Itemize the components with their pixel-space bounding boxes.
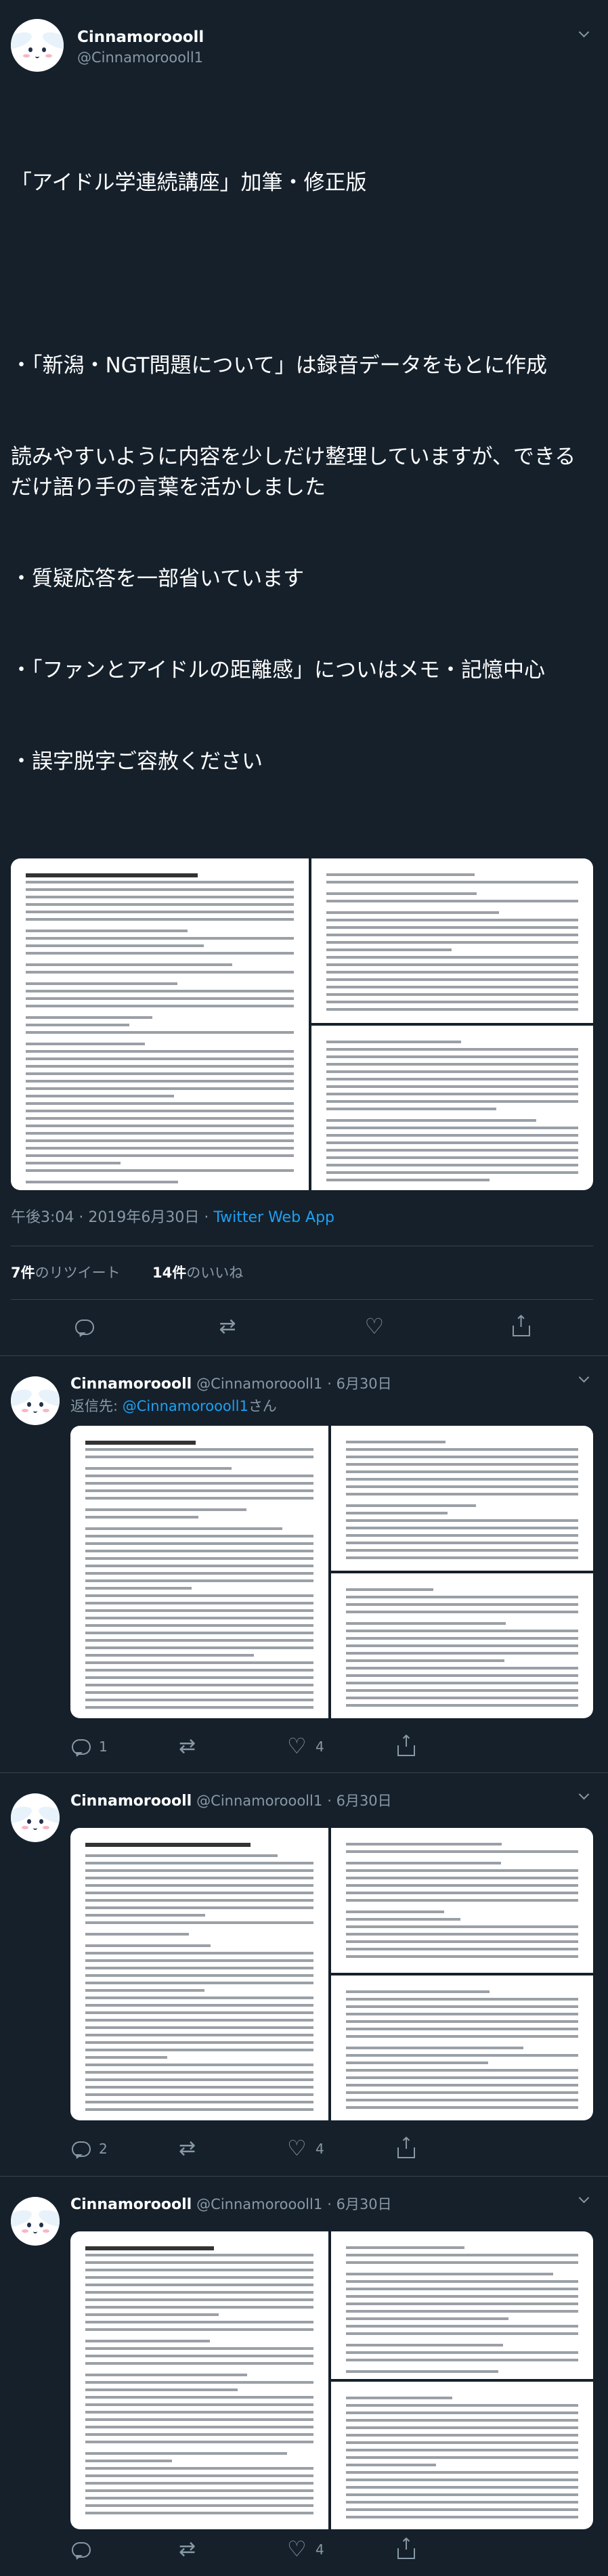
document-image[interactable] — [70, 2231, 328, 2529]
tweet-text: 「アイドル学連続講座」加筆・修正版 ・「新潟・NGT問題について」は録音データを… — [11, 107, 593, 838]
tweet-text-line: 「アイドル学連続講座」加筆・修正版 — [11, 171, 367, 195]
reply-icon[interactable] — [70, 2540, 91, 2559]
media-grid[interactable] — [11, 858, 593, 1190]
document-image[interactable] — [70, 1426, 328, 1718]
reply-icon[interactable] — [70, 2139, 91, 2158]
tweet-header: Cinnamoroooll @Cinnamoroooll1 · 6月30日 — [70, 1793, 392, 1810]
document-image[interactable] — [331, 2231, 593, 2379]
avatar[interactable] — [11, 19, 64, 72]
document-image[interactable] — [331, 2382, 593, 2529]
tweet-header: Cinnamoroooll @Cinnamoroooll1 · 6月30日 — [70, 1376, 392, 1393]
document-image[interactable] — [331, 1573, 593, 1718]
reply-to: 返信先: @Cinnamoroooll1さん — [70, 1396, 593, 1416]
tweet-text-line: 読みやすいように内容を少しだけ整理していますが、できるだけ語り手の言葉を活かしま… — [11, 445, 576, 500]
document-image[interactable] — [311, 1026, 593, 1190]
display-name[interactable]: Cinnamoroooll — [70, 1793, 192, 1810]
retweet-icon[interactable] — [179, 2537, 198, 2561]
username[interactable]: @Cinnamoroooll1 — [196, 1376, 322, 1392]
tweet-actions: 1 4 — [70, 1718, 593, 1775]
display-name[interactable]: Cinnamoroooll — [70, 1376, 192, 1393]
tweet-actions: 4 — [70, 2529, 593, 2570]
reply-tweet[interactable]: Cinnamoroooll @Cinnamoroooll1 · 6月30日 返信… — [0, 1356, 608, 1773]
tweet-date[interactable]: 6月30日 — [336, 1793, 392, 1809]
timeline: Cinnamoroooll @Cinnamoroooll1 「アイドル学連続講座… — [0, 0, 608, 2576]
like-count: 4 — [316, 1739, 324, 1755]
document-image[interactable] — [311, 858, 593, 1023]
document-image[interactable] — [331, 1828, 593, 1973]
tweet-text-line: ・「ファンとアイドルの距離感」についはメモ・記憶中心 — [11, 658, 545, 682]
share-icon[interactable] — [511, 1312, 531, 1338]
media-grid[interactable] — [70, 2231, 593, 2529]
like-icon[interactable] — [287, 1733, 307, 1759]
timestamp[interactable]: 午後3:04 · 2019年6月30日 · — [11, 1209, 213, 1226]
like-label[interactable]: のいいね — [186, 1265, 243, 1281]
reply-icon[interactable] — [70, 1737, 91, 1756]
username[interactable]: @Cinnamoroooll1 — [196, 1793, 322, 1809]
tweet-stats: 7件のリツイート 14件のいいね — [11, 1246, 593, 1299]
tweet-header: Cinnamoroooll @Cinnamoroooll1 — [11, 19, 593, 80]
retweet-icon[interactable] — [219, 1315, 240, 1338]
reply-to-suffix: さん — [248, 1398, 277, 1414]
reply-to-label: 返信先: — [70, 1398, 123, 1414]
tweet-actions: 2 4 — [70, 2120, 593, 2177]
chevron-down-icon[interactable] — [577, 2191, 593, 2208]
tweet-text-line — [11, 259, 593, 290]
reply-count: 1 — [99, 1739, 108, 1755]
avatar[interactable] — [11, 2197, 60, 2246]
reply-count: 2 — [99, 2141, 108, 2157]
like-count: 4 — [316, 2141, 324, 2157]
chevron-down-icon[interactable] — [577, 1788, 593, 1804]
chevron-down-icon[interactable] — [577, 26, 593, 42]
share-icon[interactable] — [395, 2535, 415, 2559]
display-name[interactable]: Cinnamoroooll — [77, 27, 204, 47]
reply-tweet[interactable]: Cinnamoroooll @Cinnamoroooll1 · 6月30日 4 — [0, 2177, 608, 2576]
tweet-text-line: ・「新潟・NGT問題について」は録音データをもとに作成 — [11, 353, 547, 378]
tweet-text-line: ・質疑応答を一部省いています — [11, 567, 305, 591]
author-names[interactable]: Cinnamoroooll @Cinnamoroooll1 — [77, 27, 204, 68]
document-image[interactable] — [331, 1975, 593, 2120]
retweet-icon[interactable] — [179, 1734, 198, 1758]
tweet-meta: 午後3:04 · 2019年6月30日 · Twitter Web App — [11, 1208, 593, 1228]
like-icon[interactable] — [365, 1313, 385, 1339]
avatar[interactable] — [11, 1376, 60, 1425]
username[interactable]: @Cinnamoroooll1 — [77, 47, 204, 68]
tweet-date[interactable]: 6月30日 — [336, 2196, 392, 2212]
like-count[interactable]: 14件 — [152, 1265, 186, 1281]
reply-icon[interactable] — [74, 1317, 94, 1338]
reply-to-user[interactable]: @Cinnamoroooll1 — [123, 1398, 248, 1414]
retweet-label[interactable]: のリツイート — [35, 1265, 121, 1281]
like-count: 4 — [316, 2541, 324, 2558]
retweet-count[interactable]: 7件 — [11, 1265, 35, 1281]
tweet-header: Cinnamoroooll @Cinnamoroooll1 · 6月30日 — [70, 2196, 392, 2213]
media-grid[interactable] — [70, 1426, 593, 1718]
tweet-text-line: ・誤字脱字ご容赦ください — [11, 749, 263, 774]
main-tweet: Cinnamoroooll @Cinnamoroooll1 「アイドル学連続講座… — [0, 0, 608, 1356]
like-icon[interactable] — [287, 2536, 307, 2562]
tweet-actions — [11, 1299, 593, 1355]
display-name[interactable]: Cinnamoroooll — [70, 2196, 192, 2213]
document-image[interactable] — [331, 1426, 593, 1571]
media-grid[interactable] — [70, 1828, 593, 2120]
document-image[interactable] — [11, 858, 309, 1190]
like-icon[interactable] — [287, 2135, 307, 2161]
document-image[interactable] — [70, 1828, 328, 2120]
share-icon[interactable] — [395, 1732, 415, 1756]
avatar[interactable] — [11, 1793, 60, 1842]
share-icon[interactable] — [395, 2134, 415, 2158]
chevron-down-icon[interactable] — [577, 1371, 593, 1387]
source-link[interactable]: Twitter Web App — [213, 1209, 334, 1226]
reply-tweet[interactable]: Cinnamoroooll @Cinnamoroooll1 · 6月30日 2 … — [0, 1773, 608, 2177]
tweet-date[interactable]: 6月30日 — [336, 1376, 392, 1392]
username[interactable]: @Cinnamoroooll1 — [196, 2196, 322, 2212]
retweet-icon[interactable] — [179, 2137, 198, 2160]
